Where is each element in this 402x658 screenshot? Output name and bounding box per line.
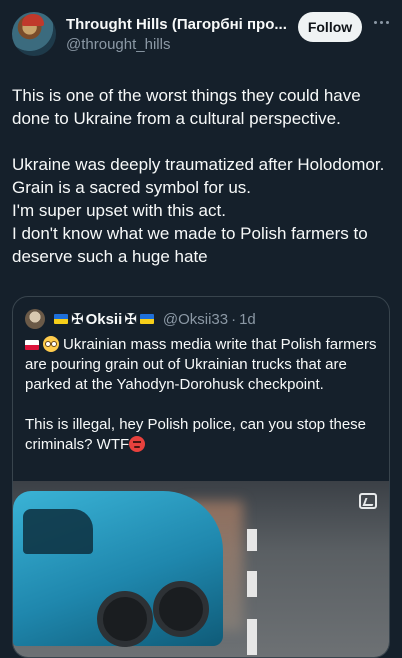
road-marking (247, 619, 257, 655)
quoted-author-handle[interactable]: @Oksii33 (163, 311, 228, 328)
name-decoration-icon: ✠ (71, 311, 84, 328)
dot-separator: · (231, 310, 237, 328)
flag-ukraine-icon (139, 314, 154, 324)
post-paragraph-2: Ukraine was deeply traumatized after Hol… (12, 155, 385, 266)
quoted-paragraph-2-text: This is illegal, hey Polish police, can … (25, 416, 367, 453)
angry-face-emoji (129, 436, 146, 452)
flushed-face-emoji (43, 336, 59, 352)
more-icon[interactable] (370, 12, 392, 32)
flag-poland-icon (25, 340, 39, 351)
road-marking (247, 529, 257, 551)
author-display-name[interactable]: Throught Hills (Пагорбні про... (66, 16, 287, 33)
quoted-author-avatar[interactable] (25, 309, 45, 329)
author-handle[interactable]: @throught_hills (66, 36, 170, 53)
follow-button[interactable]: Follow (298, 12, 362, 42)
truck-wheel (153, 581, 209, 637)
quoted-paragraph-1-text: Ukrainian mass media write that Polish f… (25, 336, 377, 393)
quoted-author-name[interactable]: Oksii (86, 311, 123, 328)
truck-wheel (97, 591, 153, 647)
author-avatar[interactable] (12, 12, 56, 56)
post-paragraph-1: This is one of the worst things they cou… (12, 86, 361, 128)
road-marking (247, 571, 257, 597)
quoted-post-header: ✠ Oksii ✠ @Oksii33 · 1d (25, 309, 256, 329)
quoted-video[interactable] (13, 481, 389, 657)
post-header: Throught Hills (Пагорбні про... @through… (0, 0, 402, 70)
name-decoration-icon: ✠ (124, 311, 137, 328)
quoted-post[interactable]: ✠ Oksii ✠ @Oksii33 · 1d Ukrainian mass m… (12, 296, 390, 658)
quoted-paragraph-1: Ukrainian mass media write that Polish f… (25, 335, 377, 395)
video-badge-icon (359, 493, 377, 509)
quoted-paragraph-2: This is illegal, hey Polish police, can … (25, 415, 377, 455)
truck-window (23, 509, 93, 554)
flag-ukraine-icon (54, 314, 68, 324)
quoted-post-text: Ukrainian mass media write that Polish f… (25, 335, 377, 455)
quoted-post-time[interactable]: 1d (239, 311, 256, 328)
post-text: This is one of the worst things they cou… (12, 84, 392, 268)
